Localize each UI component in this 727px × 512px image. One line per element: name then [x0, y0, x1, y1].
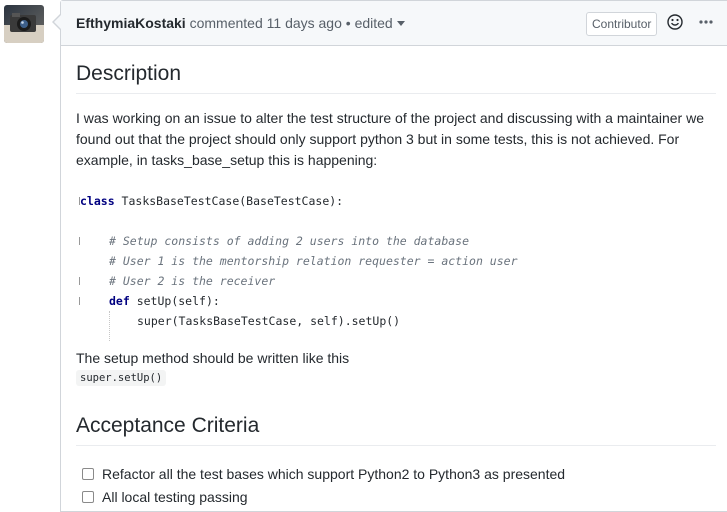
task-checkbox[interactable] [82, 491, 94, 503]
code-comment: # Setup consists of adding 2 users into … [109, 234, 470, 248]
task-checkbox[interactable] [82, 468, 94, 480]
author-link[interactable]: EfthymiaKostaki [76, 15, 186, 31]
avatar-image [4, 5, 44, 43]
code-keyword: class [80, 194, 115, 208]
comment-arrow-fill [54, 15, 61, 29]
caret-down-icon [396, 21, 405, 26]
code-line: class TasksBaseTestCase(BaseTestCase): [80, 191, 343, 211]
description-paragraph: I was working on an issue to alter the t… [76, 110, 704, 168]
comment-action: commented [185, 15, 267, 31]
fold-marker [76, 297, 80, 305]
smiley-icon[interactable] [667, 14, 683, 30]
acceptance-heading: Acceptance Criteria [76, 414, 716, 446]
code-comment: # User 2 is the receiver [109, 274, 276, 288]
fold-marker [76, 277, 80, 285]
setup-note: The setup method should be written like … [76, 350, 350, 366]
task-label: All local testing passing [102, 489, 248, 505]
separator-dot: • [341, 15, 355, 31]
code-text: TasksBaseTestCase(BaseTestCase): [114, 194, 344, 208]
edited-label: edited [354, 15, 393, 31]
task-list-item: All local testing passing [82, 489, 248, 505]
code-line: def setUp(self): [109, 291, 220, 311]
code-comment: # User 1 is the mentorship relation requ… [109, 254, 518, 268]
fold-marker [76, 237, 80, 245]
comment-header: EfthymiaKostaki commented 11 days ago • … [61, 1, 727, 46]
code-text: setUp(self): [129, 294, 220, 308]
comment-meta: EfthymiaKostaki commented 11 days ago • … [76, 15, 405, 31]
comment-time[interactable]: 11 days ago [267, 15, 342, 31]
avatar[interactable] [4, 5, 44, 43]
task-label: Refactor all the test bases which suppor… [102, 466, 566, 482]
code-line: super(TasksBaseTestCase, self).setUp() [137, 314, 401, 328]
issue-comment: EfthymiaKostaki commented 11 days ago • … [60, 0, 727, 512]
edited-dropdown[interactable]: edited [355, 15, 405, 31]
code-keyword: def [109, 294, 130, 308]
description-heading: Description [76, 62, 716, 94]
inline-code: super.setUp() [76, 370, 167, 386]
indent-guide [109, 311, 110, 341]
kebab-horizontal-icon[interactable] [698, 14, 714, 30]
contributor-badge: Contributor [586, 12, 658, 36]
task-list-item: Refactor all the test bases which suppor… [82, 466, 565, 482]
